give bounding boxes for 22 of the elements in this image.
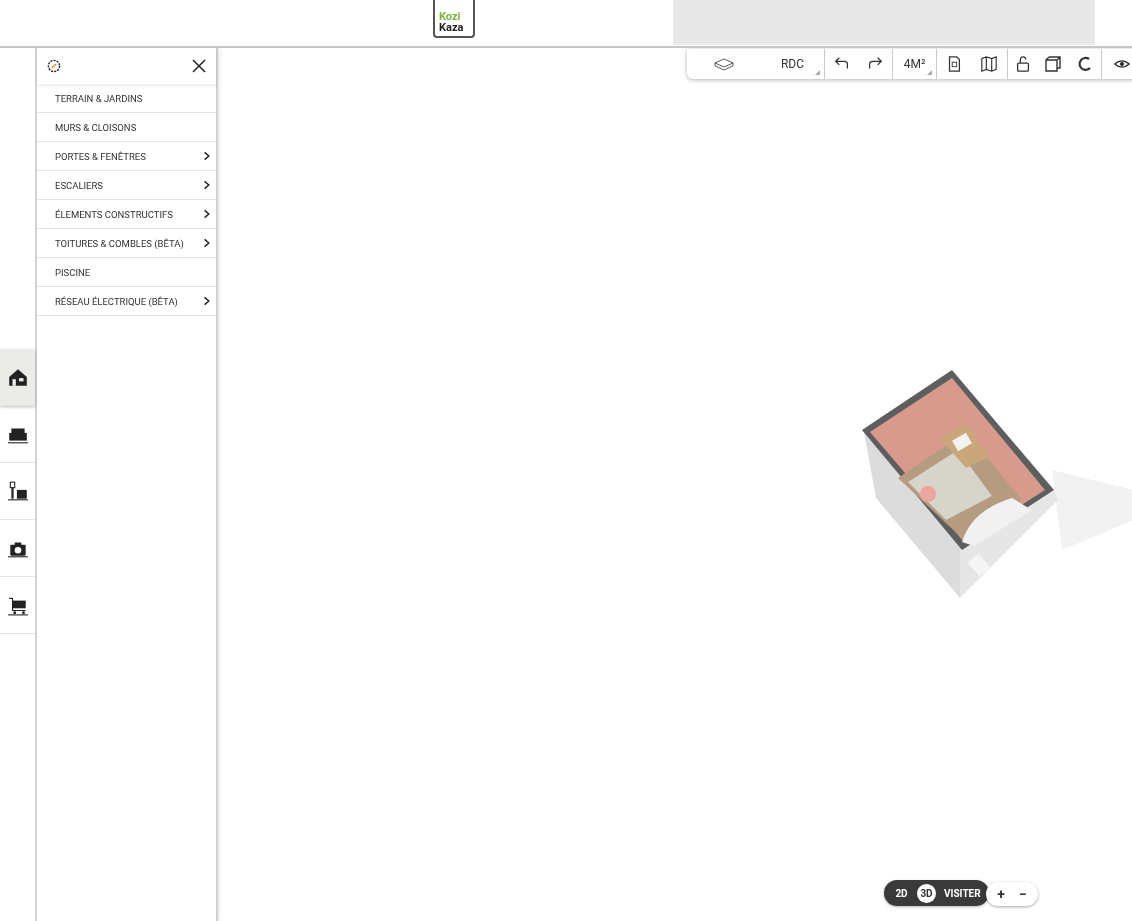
menu-item[interactable]: TERRAIN & JARDINS — [37, 84, 216, 113]
menu-item[interactable]: TOITURES & COMBLES (BÊTA) — [37, 229, 216, 258]
rail-tab[interactable] — [0, 349, 35, 406]
menu-item[interactable]: RÉSEAU ÉLECTRIQUE (BÊTA) — [37, 287, 216, 316]
view-mode-button[interactable]: 3D — [917, 883, 936, 903]
view-mode-button[interactable]: 2D — [892, 883, 911, 903]
menu-item[interactable]: ÉLEMENTS CONSTRUCTIFS — [37, 200, 216, 229]
zoom-in-button[interactable]: + — [991, 886, 1011, 902]
level-label[interactable]: RDC — [780, 57, 804, 71]
logo-text: Kozi — [439, 11, 462, 22]
menu-item[interactable]: PISCINE — [37, 258, 216, 287]
zoom-out-button[interactable]: − — [1013, 886, 1033, 902]
menu-item[interactable]: ESCALIERS — [37, 171, 216, 200]
menu-item[interactable]: MURS & CLOISONS — [37, 113, 216, 142]
close-button[interactable] — [191, 58, 207, 74]
menu-item[interactable]: PORTES & FENÊTRES — [37, 142, 216, 171]
visit-button[interactable]: VISITER — [942, 887, 981, 899]
cube-icon[interactable] — [1043, 54, 1064, 74]
area-label[interactable]: 4M² — [903, 57, 926, 71]
map-icon[interactable] — [979, 55, 999, 73]
compass-icon — [47, 59, 61, 73]
logo-text: Kaza — [439, 22, 465, 34]
